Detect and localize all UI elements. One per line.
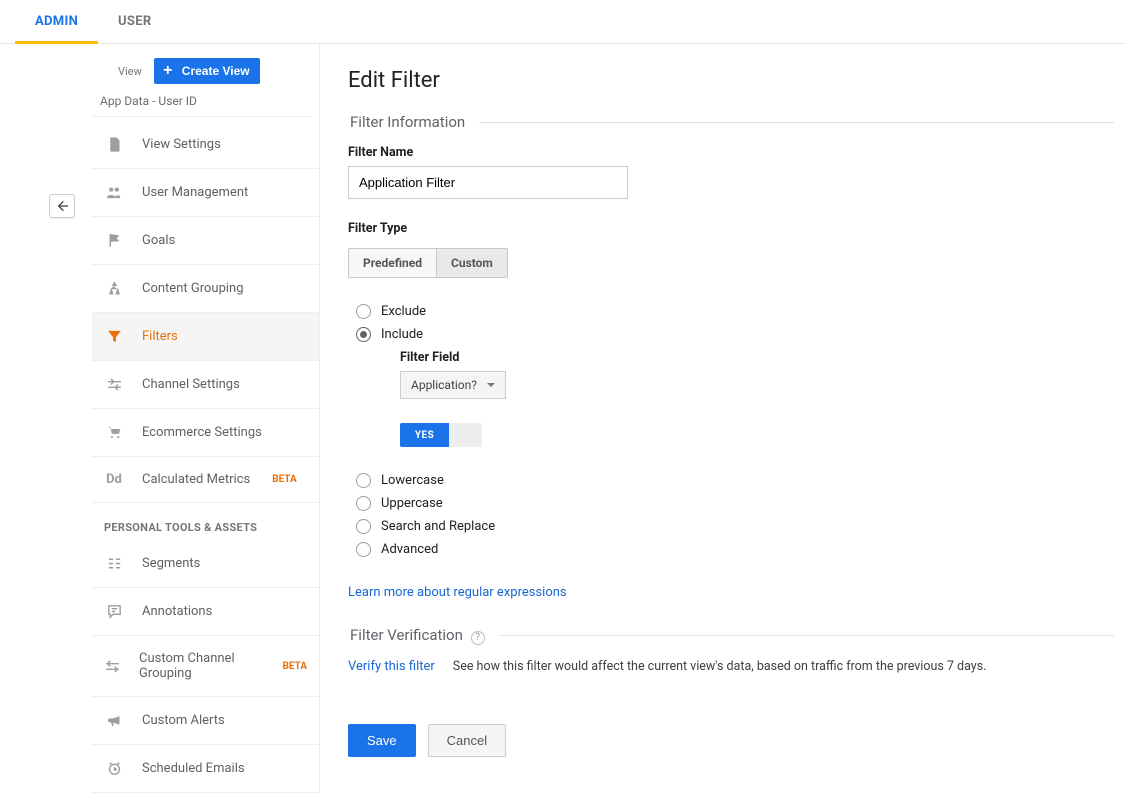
radio-icon xyxy=(356,496,371,511)
radio-include[interactable]: Include xyxy=(356,327,1114,342)
filter-type-custom[interactable]: Custom xyxy=(437,248,508,278)
plus-icon: + xyxy=(160,63,176,79)
cart-icon xyxy=(104,424,124,441)
verify-filter-link[interactable]: Verify this filter xyxy=(348,659,435,674)
sidebar: View + Create View App Data - User ID Vi… xyxy=(0,44,320,793)
cancel-button[interactable]: Cancel xyxy=(428,724,506,757)
radio-icon xyxy=(356,519,371,534)
radio-icon xyxy=(356,542,371,557)
help-icon[interactable]: ? xyxy=(471,631,485,645)
sidebar-item-label: Filters xyxy=(142,329,178,344)
sidebar-item-label: Segments xyxy=(142,556,200,571)
document-icon xyxy=(104,136,124,153)
filter-name-label: Filter Name xyxy=(348,145,1114,160)
filter-field-label: Filter Field xyxy=(400,350,1114,365)
filter-verification-legend: Filter Verification ? xyxy=(348,626,499,645)
filter-type-label: Filter Type xyxy=(348,221,1114,236)
sidebar-item-ecommerce-settings[interactable]: Ecommerce Settings xyxy=(92,409,319,457)
radio-uppercase[interactable]: Uppercase xyxy=(356,496,1114,511)
page-title: Edit Filter xyxy=(348,68,1114,93)
create-view-label: Create View xyxy=(182,64,250,78)
dd-icon: Dd xyxy=(104,472,124,487)
radio-icon xyxy=(356,327,371,342)
chevron-down-icon xyxy=(487,383,495,391)
personal-tools-header: PERSONAL TOOLS & ASSETS xyxy=(92,503,319,540)
sidebar-item-calculated-metrics[interactable]: Dd Calculated Metrics BETA xyxy=(92,457,319,503)
sidebar-item-label: Scheduled Emails xyxy=(142,761,245,776)
sidebar-item-goals[interactable]: Goals xyxy=(92,217,319,265)
comment-icon xyxy=(104,603,124,620)
top-tabs: ADMIN USER xyxy=(0,0,1124,44)
filter-information-group: Filter Information Filter Name Filter Ty… xyxy=(348,113,1114,608)
clock-icon xyxy=(104,760,124,777)
sidebar-item-custom-channel-grouping[interactable]: Custom Channel Grouping BETA xyxy=(92,636,319,697)
view-label: View xyxy=(118,65,142,78)
filter-verification-group: Filter Verification ? Verify this filter… xyxy=(348,626,1114,706)
radio-search-replace[interactable]: Search and Replace xyxy=(356,519,1114,534)
tab-user[interactable]: USER xyxy=(98,0,171,43)
radio-label: Lowercase xyxy=(381,473,444,488)
beta-badge: BETA xyxy=(272,474,297,485)
sidebar-item-view-settings[interactable]: View Settings xyxy=(92,121,319,169)
main-panel: Edit Filter Filter Information Filter Na… xyxy=(320,44,1124,793)
sidebar-item-label: Goals xyxy=(142,233,175,248)
sidebar-item-label: Annotations xyxy=(142,604,212,619)
radio-label: Include xyxy=(381,327,423,342)
radio-icon xyxy=(356,473,371,488)
sidebar-item-label: Ecommerce Settings xyxy=(142,425,262,440)
sidebar-item-content-grouping[interactable]: Content Grouping xyxy=(92,265,319,313)
channel-icon xyxy=(104,376,124,393)
toggle-off xyxy=(449,423,482,447)
funnel-icon xyxy=(104,328,124,345)
radio-lowercase[interactable]: Lowercase xyxy=(356,473,1114,488)
people-icon xyxy=(104,184,124,201)
radio-label: Advanced xyxy=(381,542,438,557)
radio-exclude[interactable]: Exclude xyxy=(356,304,1114,319)
megaphone-icon xyxy=(104,712,124,729)
radio-label: Search and Replace xyxy=(381,519,495,534)
yes-no-toggle[interactable]: YES xyxy=(400,423,482,447)
view-subtitle: App Data - User ID xyxy=(92,84,311,117)
flag-icon xyxy=(104,232,124,249)
sidebar-item-segments[interactable]: Segments xyxy=(92,540,319,588)
learn-regex-link[interactable]: Learn more about regular expressions xyxy=(348,585,567,600)
segments-icon xyxy=(104,555,124,572)
sidebar-item-label: View Settings xyxy=(142,137,221,152)
sidebar-item-user-management[interactable]: User Management xyxy=(92,169,319,217)
sidebar-item-label: Custom Channel Grouping xyxy=(139,651,261,681)
grouping-icon xyxy=(104,280,124,297)
filter-verification-legend-text: Filter Verification xyxy=(350,626,463,644)
radio-label: Exclude xyxy=(381,304,426,319)
sidebar-item-filters[interactable]: Filters xyxy=(92,313,319,361)
nav-list: View Settings User Management Goals Cont… xyxy=(92,121,319,793)
verify-filter-description: See how this filter would affect the cur… xyxy=(453,659,987,674)
tab-admin[interactable]: ADMIN xyxy=(15,0,98,44)
radio-advanced[interactable]: Advanced xyxy=(356,542,1114,557)
sidebar-item-scheduled-emails[interactable]: Scheduled Emails xyxy=(92,745,319,793)
sidebar-item-label: Calculated Metrics xyxy=(142,472,250,487)
beta-badge: BETA xyxy=(283,661,308,672)
filter-field-value: Application? xyxy=(411,378,477,392)
save-button[interactable]: Save xyxy=(348,724,416,757)
sidebar-item-label: User Management xyxy=(142,185,248,200)
sidebar-item-annotations[interactable]: Annotations xyxy=(92,588,319,636)
sidebar-item-label: Custom Alerts xyxy=(142,713,225,728)
filter-information-legend: Filter Information xyxy=(348,113,479,131)
sidebar-item-label: Channel Settings xyxy=(142,377,240,392)
arrow-left-icon xyxy=(54,198,70,214)
filter-name-input[interactable] xyxy=(348,166,628,199)
radio-icon xyxy=(356,304,371,319)
sidebar-item-label: Content Grouping xyxy=(142,281,244,296)
sidebar-item-channel-settings[interactable]: Channel Settings xyxy=(92,361,319,409)
filter-field-dropdown[interactable]: Application? xyxy=(400,371,506,399)
radio-label: Uppercase xyxy=(381,496,443,511)
back-button[interactable] xyxy=(49,194,75,218)
sidebar-item-custom-alerts[interactable]: Custom Alerts xyxy=(92,697,319,745)
filter-type-tabs: Predefined Custom xyxy=(348,248,508,278)
filter-type-predefined[interactable]: Predefined xyxy=(348,248,437,278)
toggle-on-label: YES xyxy=(400,423,449,447)
channel-grouping-icon xyxy=(104,658,121,675)
create-view-button[interactable]: + Create View xyxy=(154,58,260,84)
